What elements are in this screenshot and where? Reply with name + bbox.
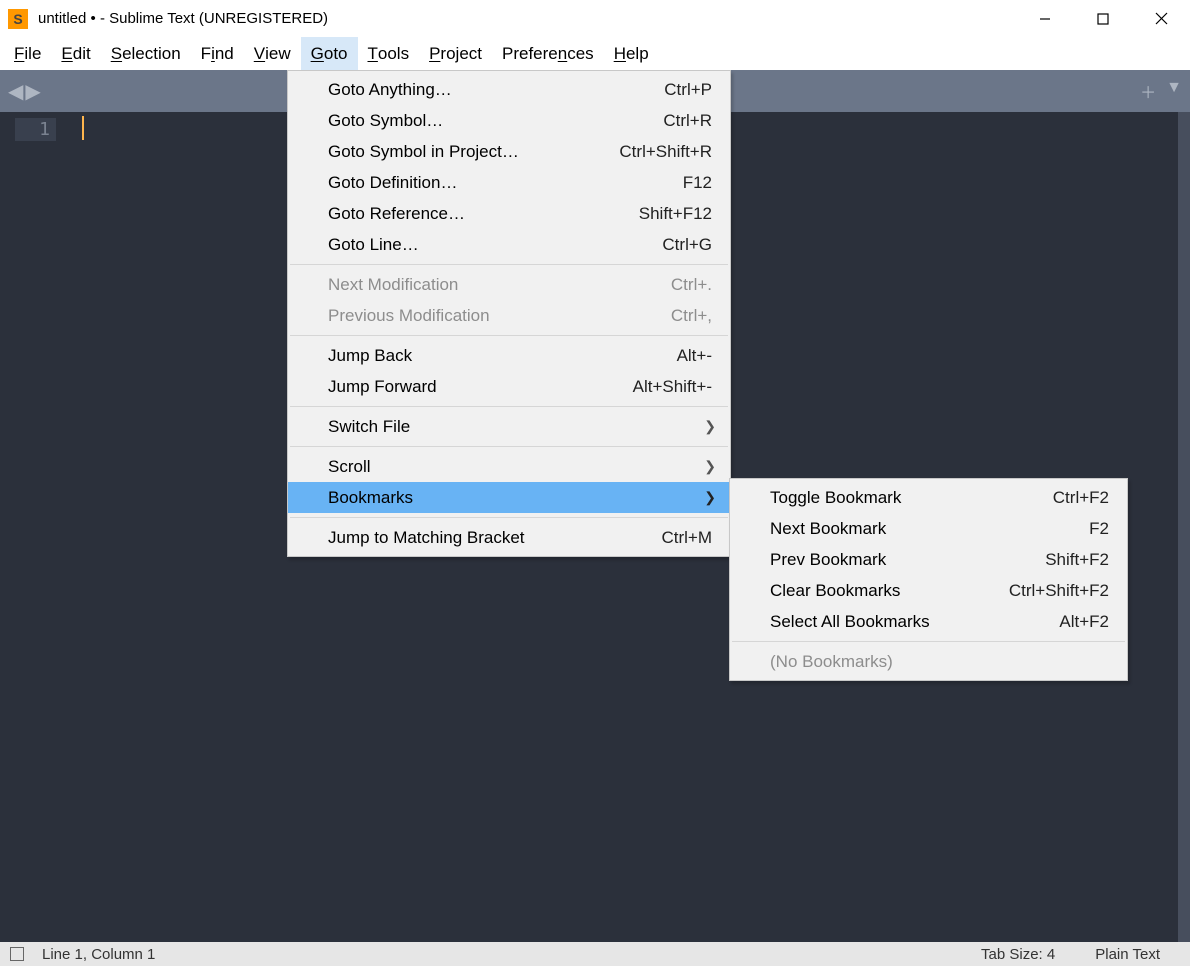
goto-item[interactable]: Goto Definition…F12 <box>288 167 730 198</box>
menu-item-label: Jump Back <box>328 346 677 366</box>
menu-item-label: Next Bookmark <box>770 519 1089 539</box>
menu-item-label: Jump Forward <box>328 377 633 397</box>
menu-item-label: Goto Definition… <box>328 173 683 193</box>
goto-item[interactable]: Switch File❯ <box>288 411 730 442</box>
bookmarks-item: (No Bookmarks) <box>730 646 1127 677</box>
bookmarks-item[interactable]: Toggle BookmarkCtrl+F2 <box>730 482 1127 513</box>
menu-item-shortcut: Ctrl+F2 <box>1053 488 1109 508</box>
menu-view[interactable]: View <box>244 37 301 70</box>
title-bar: S untitled • - Sublime Text (UNREGISTERE… <box>0 0 1190 37</box>
goto-separator <box>290 406 728 407</box>
tab-history-forward-icon[interactable]: ▶ <box>25 79 40 104</box>
menu-project[interactable]: Project <box>419 37 492 70</box>
window-controls <box>1016 0 1190 37</box>
bookmarks-item[interactable]: Prev BookmarkShift+F2 <box>730 544 1127 575</box>
tab-history-back-icon[interactable]: ◀ <box>8 79 23 104</box>
menu-help[interactable]: Help <box>604 37 659 70</box>
status-position[interactable]: Line 1, Column 1 <box>42 946 155 963</box>
menu-item-label: Scroll <box>328 457 712 477</box>
menu-item-label: Previous Modification <box>328 306 671 326</box>
goto-item[interactable]: Jump BackAlt+- <box>288 340 730 371</box>
menu-tools[interactable]: Tools <box>358 37 420 70</box>
submenu-arrow-icon: ❯ <box>704 489 716 506</box>
menu-item-shortcut: Ctrl+Shift+F2 <box>1009 581 1109 601</box>
menu-item-shortcut: F12 <box>683 173 712 193</box>
menu-item-shortcut: Shift+F2 <box>1045 550 1109 570</box>
status-tabsize[interactable]: Tab Size: 4 <box>981 946 1055 963</box>
goto-separator <box>290 517 728 518</box>
menu-bar: FileEditSelectionFindViewGotoToolsProjec… <box>0 37 1190 70</box>
menu-item-label: Prev Bookmark <box>770 550 1045 570</box>
menu-item-shortcut: Ctrl+R <box>663 111 712 131</box>
menu-item-label: Clear Bookmarks <box>770 581 1009 601</box>
goto-item[interactable]: Goto Reference…Shift+F12 <box>288 198 730 229</box>
status-bar: Line 1, Column 1 Tab Size: 4 Plain Text <box>0 942 1190 966</box>
minimap[interactable] <box>1178 112 1190 942</box>
window-title: untitled • - Sublime Text (UNREGISTERED) <box>36 10 1016 27</box>
menu-item-label: Next Modification <box>328 275 671 295</box>
menu-item-label: Goto Anything… <box>328 80 664 100</box>
maximize-button[interactable] <box>1074 0 1132 37</box>
gutter: 1 <box>0 112 78 942</box>
goto-separator <box>290 335 728 336</box>
text-caret <box>82 116 84 140</box>
app-icon: S <box>8 9 28 29</box>
bookmarks-item[interactable]: Clear BookmarksCtrl+Shift+F2 <box>730 575 1127 606</box>
menu-file[interactable]: File <box>4 37 51 70</box>
minimize-button[interactable] <box>1016 0 1074 37</box>
menu-item-shortcut: Ctrl+M <box>661 528 712 548</box>
menu-item-label: Goto Symbol in Project… <box>328 142 619 162</box>
menu-preferences[interactable]: Preferences <box>492 37 604 70</box>
panel-switcher-icon[interactable] <box>10 947 24 961</box>
bookmarks-item[interactable]: Select All BookmarksAlt+F2 <box>730 606 1127 637</box>
goto-item: Next ModificationCtrl+. <box>288 269 730 300</box>
goto-item: Previous ModificationCtrl+, <box>288 300 730 331</box>
goto-item[interactable]: Goto Symbol in Project…Ctrl+Shift+R <box>288 136 730 167</box>
menu-item-shortcut: Ctrl+, <box>671 306 712 326</box>
goto-item[interactable]: Goto Line…Ctrl+G <box>288 229 730 260</box>
goto-item[interactable]: Scroll❯ <box>288 451 730 482</box>
menu-edit[interactable]: Edit <box>51 37 100 70</box>
goto-separator <box>290 446 728 447</box>
menu-item-label: Goto Reference… <box>328 204 639 224</box>
goto-item[interactable]: Goto Anything…Ctrl+P <box>288 74 730 105</box>
bookmarks-separator <box>732 641 1125 642</box>
menu-item-shortcut: Ctrl+. <box>671 275 712 295</box>
line-number: 1 <box>15 118 56 141</box>
menu-item-shortcut: Ctrl+Shift+R <box>619 142 712 162</box>
new-tab-icon[interactable]: ＋ <box>1140 79 1156 103</box>
menu-item-shortcut: Alt+- <box>677 346 712 366</box>
status-syntax[interactable]: Plain Text <box>1095 946 1160 963</box>
menu-item-label: Bookmarks <box>328 488 712 508</box>
menu-item-shortcut: Shift+F12 <box>639 204 712 224</box>
goto-item[interactable]: Bookmarks❯ <box>288 482 730 513</box>
bookmarks-submenu: Toggle BookmarkCtrl+F2Next BookmarkF2Pre… <box>729 478 1128 681</box>
close-button[interactable] <box>1132 0 1190 37</box>
menu-item-label: Switch File <box>328 417 712 437</box>
menu-item-shortcut: Alt+F2 <box>1059 612 1109 632</box>
tab-dropdown-icon[interactable]: ▼ <box>1166 79 1182 103</box>
menu-item-shortcut: Ctrl+P <box>664 80 712 100</box>
menu-goto[interactable]: Goto <box>301 37 358 70</box>
menu-item-label: Goto Line… <box>328 235 662 255</box>
menu-item-label: Toggle Bookmark <box>770 488 1053 508</box>
bookmarks-item[interactable]: Next BookmarkF2 <box>730 513 1127 544</box>
menu-item-label: (No Bookmarks) <box>770 652 1109 672</box>
menu-item-label: Select All Bookmarks <box>770 612 1059 632</box>
goto-item[interactable]: Jump to Matching BracketCtrl+M <box>288 522 730 553</box>
goto-item[interactable]: Jump ForwardAlt+Shift+- <box>288 371 730 402</box>
menu-item-shortcut: F2 <box>1089 519 1109 539</box>
menu-find[interactable]: Find <box>191 37 244 70</box>
menu-item-shortcut: Ctrl+G <box>662 235 712 255</box>
menu-selection[interactable]: Selection <box>101 37 191 70</box>
menu-item-label: Jump to Matching Bracket <box>328 528 661 548</box>
submenu-arrow-icon: ❯ <box>704 458 716 475</box>
menu-item-shortcut: Alt+Shift+- <box>633 377 712 397</box>
goto-item[interactable]: Goto Symbol…Ctrl+R <box>288 105 730 136</box>
submenu-arrow-icon: ❯ <box>704 418 716 435</box>
goto-separator <box>290 264 728 265</box>
goto-menu: Goto Anything…Ctrl+PGoto Symbol…Ctrl+RGo… <box>287 70 731 557</box>
menu-item-label: Goto Symbol… <box>328 111 663 131</box>
